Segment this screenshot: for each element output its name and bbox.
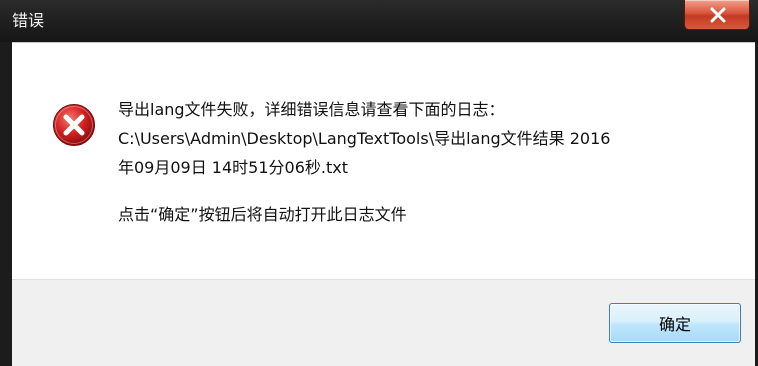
error-dialog: 错误 导出lang文件失败，详细错误信息请查看下面的日志： C:\Users\A… [0,0,758,366]
message-line: C:\Users\Admin\Desktop\LangTextTools\导出l… [118,129,611,148]
error-icon [53,104,95,146]
dialog-client-area: 导出lang文件失败，详细错误信息请查看下面的日志： C:\Users\Admi… [12,42,755,366]
button-bar: 确定 [12,279,755,366]
window-title: 错误 [12,11,45,30]
message-line: 导出lang文件失败，详细错误信息请查看下面的日志： [118,100,505,119]
message-line: 年09月09日 14时51分06秒.txt [118,158,348,177]
message-area: 导出lang文件失败，详细错误信息请查看下面的日志： C:\Users\Admi… [12,43,755,279]
close-button[interactable] [684,0,750,30]
title-bar[interactable]: 错误 [0,0,758,42]
ok-button[interactable]: 确定 [609,303,741,343]
error-message: 导出lang文件失败，详细错误信息请查看下面的日志： C:\Users\Admi… [118,95,738,182]
close-icon [710,7,726,23]
instruction-text: 点击“确定”按钮后将自动打开此日志文件 [118,205,407,224]
